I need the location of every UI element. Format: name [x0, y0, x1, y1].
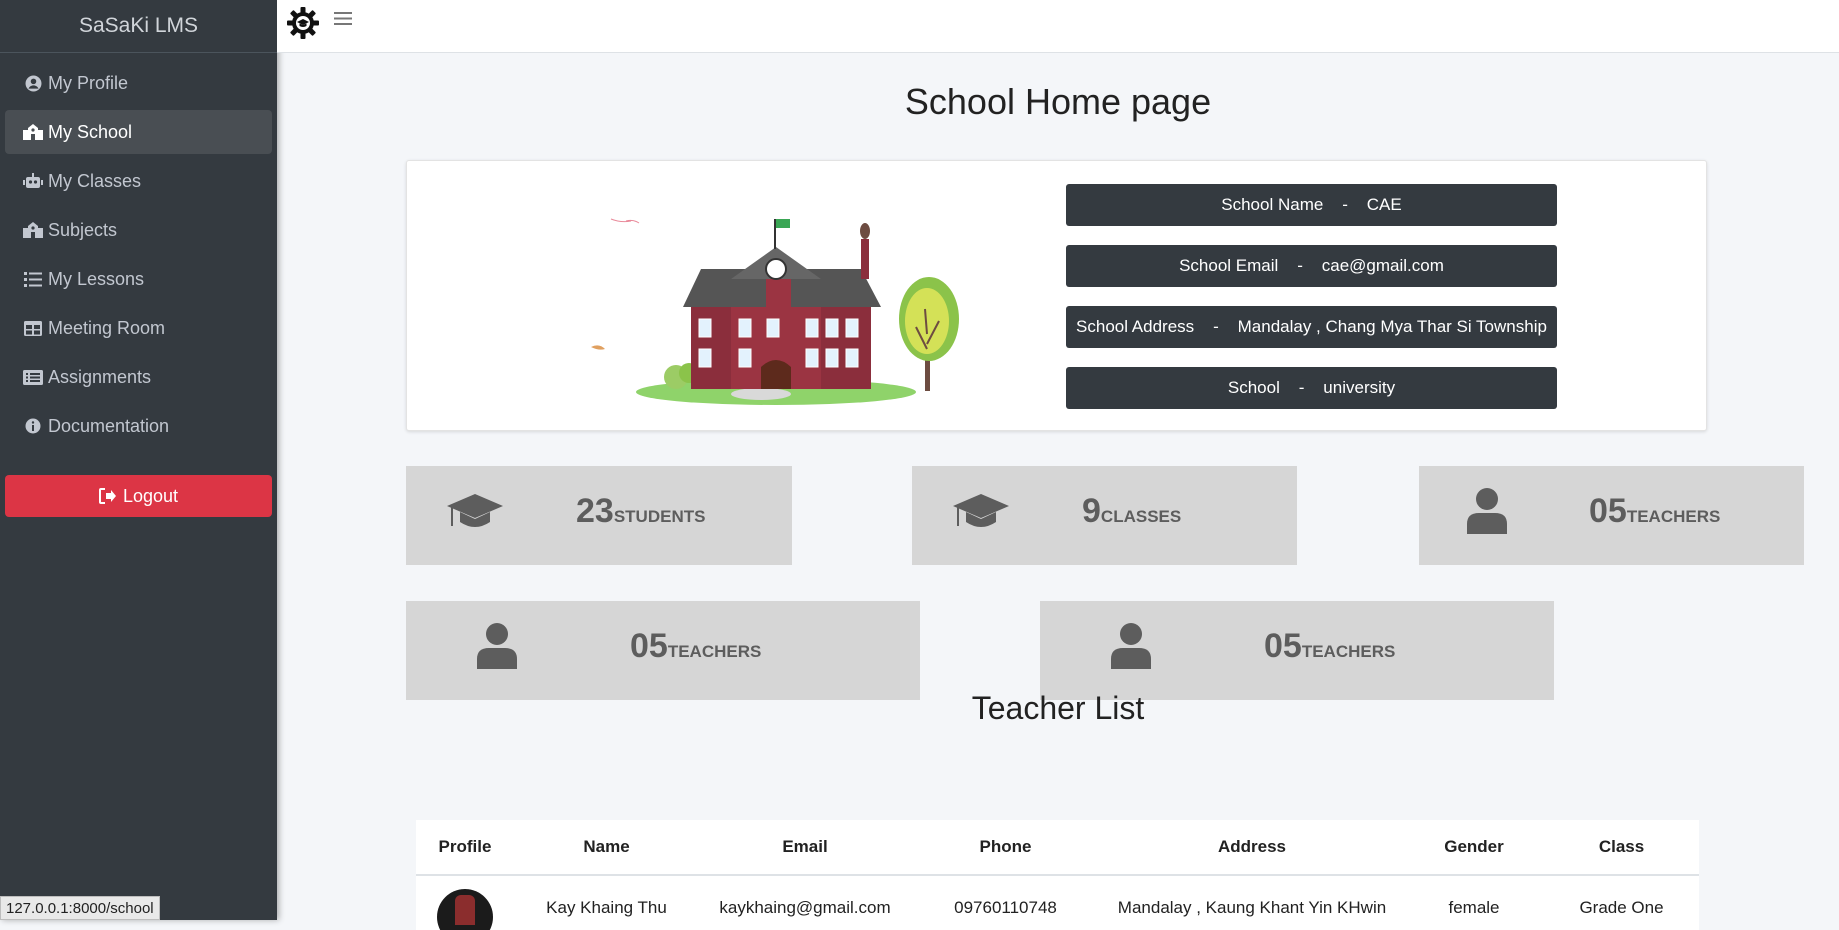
- teacher-table: Profile Name Email Phone Address Gender …: [416, 820, 1699, 930]
- list-icon: [22, 270, 44, 288]
- cell-gender: female: [1404, 875, 1544, 930]
- stat-value: 23: [576, 492, 614, 530]
- sidebar-item-label: Assignments: [48, 367, 151, 388]
- robot-icon: [22, 172, 44, 190]
- sidebar-nav: My Profile My School My Classes Subjects…: [0, 53, 277, 461]
- graduation-cap-icon: [446, 492, 504, 537]
- page-title: School Home page: [277, 81, 1839, 123]
- sidebar-item-documentation[interactable]: Documentation: [5, 404, 272, 448]
- school-icon: [22, 123, 44, 141]
- sidebar-item-label: My Classes: [48, 171, 141, 192]
- stat-card-students: 23STUDENTS: [406, 466, 792, 565]
- stat-value: 05: [630, 627, 668, 665]
- user-icon: [477, 623, 517, 674]
- stat-value: 05: [1589, 492, 1627, 530]
- table-header-row: Profile Name Email Phone Address Gender …: [416, 820, 1699, 875]
- stat-card-teachers: 05TEACHERS: [1040, 601, 1554, 700]
- stat-label: CLASSES: [1101, 507, 1181, 526]
- user-icon: [1111, 623, 1151, 674]
- brand-title[interactable]: SaSaKi LMS: [0, 0, 277, 53]
- school-type-pill: School - university: [1066, 367, 1557, 409]
- stat-label: TEACHERS: [1302, 642, 1396, 661]
- school-address-pill: School Address - Mandalay , Chang Mya Th…: [1066, 306, 1557, 348]
- school-building-illustration: [591, 209, 981, 409]
- list-alt-icon: [22, 368, 44, 386]
- sidebar-item-my-lessons[interactable]: My Lessons: [5, 257, 272, 301]
- school-email-pill: School Email - cae@gmail.com: [1066, 245, 1557, 287]
- column-header-class: Class: [1544, 820, 1699, 875]
- stat-card-classes: 9CLASSES: [912, 466, 1297, 565]
- school-name-pill: School Name - CAE: [1066, 184, 1557, 226]
- sidebar-item-my-classes[interactable]: My Classes: [5, 159, 272, 203]
- column-header-profile: Profile: [416, 820, 514, 875]
- stat-value: 05: [1264, 627, 1302, 665]
- column-header-phone: Phone: [911, 820, 1100, 875]
- sidebar-item-subjects[interactable]: Subjects: [5, 208, 272, 252]
- avatar: [437, 889, 493, 930]
- stat-card-teachers: 05TEACHERS: [406, 601, 920, 700]
- sidebar-item-meeting-room[interactable]: Meeting Room: [5, 306, 272, 350]
- cell-address: Mandalay , Kaung Khant Yin KHwin: [1100, 875, 1404, 930]
- top-navbar: [277, 0, 1839, 53]
- hamburger-menu-icon[interactable]: [334, 11, 352, 31]
- table-row[interactable]: Kay Khaing Thu kaykhaing@gmail.com 09760…: [416, 875, 1699, 930]
- cell-email: kaykhaing@gmail.com: [699, 875, 911, 930]
- sidebar-item-label: Subjects: [48, 220, 117, 241]
- graduation-cap-icon: [952, 492, 1010, 537]
- column-header-gender: Gender: [1404, 820, 1544, 875]
- logout-label: Logout: [123, 486, 178, 507]
- stat-card-teachers: 05TEACHERS: [1419, 466, 1804, 565]
- sidebar-item-label: My School: [48, 122, 132, 143]
- school-icon: [22, 221, 44, 239]
- stat-value: 9: [1082, 492, 1101, 530]
- sidebar-item-label: My Lessons: [48, 269, 144, 290]
- sidebar-item-label: Documentation: [48, 416, 169, 437]
- cell-name: Kay Khaing Thu: [514, 875, 699, 930]
- column-header-address: Address: [1100, 820, 1404, 875]
- sidebar-item-assignments[interactable]: Assignments: [5, 355, 272, 399]
- sidebar-item-my-profile[interactable]: My Profile: [5, 61, 272, 105]
- column-header-name: Name: [514, 820, 699, 875]
- cell-class: Grade One: [1544, 875, 1699, 930]
- info-circle-icon: [22, 417, 44, 435]
- logout-button[interactable]: Logout: [5, 475, 272, 517]
- column-header-email: Email: [699, 820, 911, 875]
- gear-logo-icon[interactable]: [286, 6, 320, 45]
- status-bar-url: 127.0.0.1:8000/school: [0, 896, 160, 920]
- teacher-list-title: Teacher List: [277, 690, 1839, 727]
- stat-label: TEACHERS: [1627, 507, 1721, 526]
- stat-label: STUDENTS: [614, 507, 706, 526]
- user-icon: [1467, 488, 1507, 539]
- school-info-card: School Name - CAE School Email - cae@gma…: [406, 160, 1707, 431]
- cell-phone: 09760110748: [911, 875, 1100, 930]
- stat-label: TEACHERS: [668, 642, 762, 661]
- sidebar: SaSaKi LMS My Profile My School My Class…: [0, 0, 277, 920]
- sidebar-item-label: My Profile: [48, 73, 128, 94]
- sidebar-item-my-school[interactable]: My School: [5, 110, 272, 154]
- main-content: School Home page: [277, 53, 1839, 920]
- user-circle-icon: [22, 74, 44, 92]
- sign-out-icon: [99, 488, 117, 504]
- table-icon: [22, 319, 44, 337]
- sidebar-item-label: Meeting Room: [48, 318, 165, 339]
